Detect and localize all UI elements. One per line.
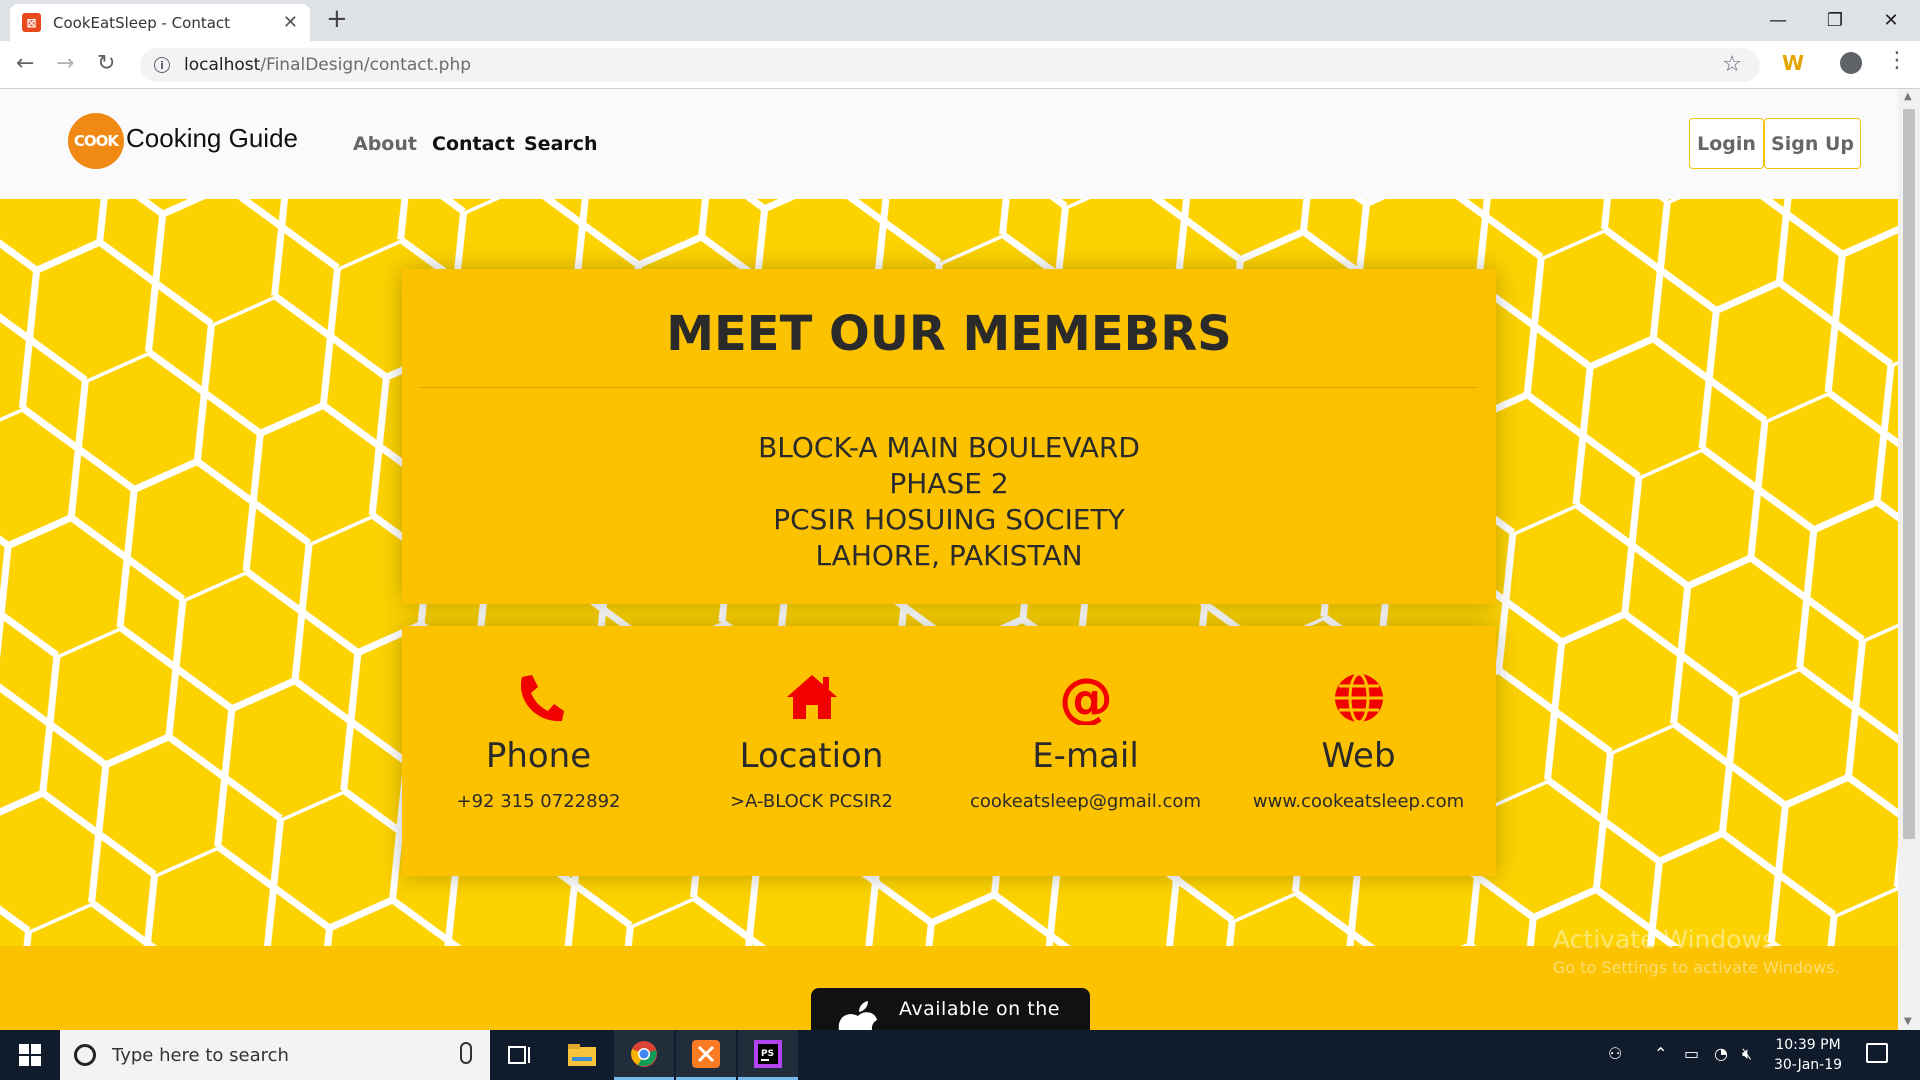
browser-tab[interactable]: ⊠ CookEatSleep - Contact ✕ [10, 4, 310, 41]
forward-arrow-icon[interactable]: → [56, 51, 74, 76]
start-button[interactable] [0, 1030, 60, 1080]
minimize-icon[interactable]: — [1749, 0, 1807, 40]
new-tab-icon[interactable]: + [326, 4, 348, 34]
app-store-text: Available on the [899, 998, 1060, 1020]
nav-about-link[interactable]: About [353, 133, 417, 155]
app-store-badge[interactable]: Available on the [811, 988, 1090, 1030]
contact-label: Web [1321, 736, 1396, 776]
browser-tabstrip: ⊠ CookEatSleep - Contact ✕ + — ❐ ✕ [0, 0, 1920, 41]
activate-windows-subtitle: Go to Settings to activate Windows. [1553, 958, 1840, 977]
contact-email: @ E-mail cookeatsleep@gmail.com [949, 626, 1222, 876]
contact-label: Location [739, 736, 884, 776]
at-icon: @ [1059, 671, 1113, 725]
contact-web: Web www.cookeatsleep.com [1222, 626, 1495, 876]
back-arrow-icon[interactable]: ← [16, 51, 34, 76]
contact-value[interactable]: >A-BLOCK PCSIR2 [675, 791, 948, 812]
contact-value[interactable]: www.cookeatsleep.com [1222, 791, 1495, 812]
address-bar: ← → ↻ i localhost /FinalDesign/contact.p… [0, 41, 1920, 89]
scroll-up-icon[interactable]: ▲ [1904, 91, 1912, 102]
task-view-icon[interactable] [490, 1030, 550, 1080]
members-title: MEET OUR MEMEBRS [666, 306, 1232, 362]
divider [420, 387, 1478, 388]
address-line: PCSIR HOSUING SOCIETY [773, 503, 1125, 536]
nav-search-link[interactable]: Search [524, 133, 598, 155]
clock-date: 30-Jan-19 [1773, 1057, 1843, 1073]
site-logo[interactable]: COOK [68, 113, 124, 169]
xampp-taskbar-icon[interactable] [676, 1030, 736, 1080]
close-tab-icon[interactable]: ✕ [283, 12, 298, 33]
notification-center-icon[interactable] [1866, 1043, 1888, 1063]
contact-phone: Phone +92 315 0722892 [402, 626, 675, 876]
address-block: BLOCK-A MAIN BOULEVARD PHASE 2 PCSIR HOS… [402, 430, 1496, 574]
members-card: MEET OUR MEMEBRS BLOCK-A MAIN BOULEVARD … [402, 269, 1496, 604]
phpstorm-taskbar-icon[interactable]: PS [738, 1030, 798, 1080]
extension-icon[interactable]: W [1782, 51, 1804, 75]
wifi-icon[interactable]: ◔ [1714, 1044, 1728, 1063]
globe-icon [1335, 672, 1383, 724]
battery-icon[interactable]: ▭ [1684, 1044, 1699, 1063]
phone-icon [520, 675, 564, 722]
close-window-icon[interactable]: ✕ [1862, 0, 1920, 40]
svg-text:PS: PS [761, 1049, 774, 1059]
login-button[interactable]: Login [1689, 118, 1764, 169]
page-scrollbar[interactable]: ▲ ▼ [1898, 89, 1920, 1030]
search-placeholder: Type here to search [112, 1044, 289, 1066]
tab-title: CookEatSleep - Contact [53, 13, 231, 32]
contact-hero: MEET OUR MEMEBRS BLOCK-A MAIN BOULEVARD … [0, 199, 1898, 946]
url-input[interactable]: i localhost /FinalDesign/contact.php ☆ [140, 48, 1760, 82]
nav-contact-link[interactable]: Contact [432, 133, 515, 155]
contact-value[interactable]: +92 315 0722892 [402, 791, 675, 812]
clock-time: 10:39 PM [1775, 1037, 1841, 1053]
restore-icon[interactable]: ❐ [1806, 0, 1864, 40]
system-clock[interactable]: 10:39 PM 30-Jan-19 [1768, 1035, 1848, 1075]
activate-windows-title: Activate Windows [1553, 925, 1775, 954]
site-navbar: COOK Cooking Guide About Contact Search … [0, 89, 1898, 199]
page-viewport: COOK Cooking Guide About Contact Search … [0, 89, 1898, 1030]
taskbar-search-input[interactable]: Type here to search [60, 1030, 490, 1080]
scroll-down-icon[interactable]: ▼ [1904, 1016, 1912, 1027]
apple-icon [838, 1001, 877, 1030]
url-path: /FinalDesign/contact.php [260, 55, 472, 75]
home-icon [787, 675, 837, 719]
address-line: LAHORE, PAKISTAN [815, 539, 1083, 572]
contact-value[interactable]: cookeatsleep@gmail.com [949, 791, 1222, 812]
contact-info-card: Phone +92 315 0722892 Location >A-BLOCK … [402, 626, 1496, 876]
info-icon[interactable]: i [154, 57, 170, 73]
microphone-icon[interactable] [460, 1042, 472, 1064]
contact-label: E-mail [1032, 736, 1139, 776]
people-icon[interactable]: ⚇ [1608, 1044, 1622, 1063]
more-menu-icon[interactable]: ⋮ [1886, 48, 1908, 73]
windows-taskbar: Type here to search PS ⚇ ⌃ ▭ ◔ 🔇︎ 10:39 … [0, 1030, 1920, 1080]
windows-logo-icon [19, 1044, 41, 1066]
volume-muted-icon[interactable]: 🔇︎ [1742, 1044, 1752, 1064]
address-line: PHASE 2 [889, 467, 1009, 500]
chrome-taskbar-icon[interactable] [614, 1030, 674, 1080]
svg-text:@: @ [1059, 671, 1113, 725]
bookmark-star-icon[interactable]: ☆ [1722, 52, 1742, 77]
contact-label: Phone [485, 736, 592, 776]
chevron-up-icon[interactable]: ⌃ [1654, 1044, 1667, 1063]
signup-button[interactable]: Sign Up [1764, 118, 1861, 169]
profile-avatar-icon[interactable] [1840, 52, 1862, 74]
scroll-thumb[interactable] [1903, 109, 1915, 839]
file-explorer-icon[interactable] [552, 1030, 612, 1080]
cortana-icon [74, 1044, 96, 1066]
xampp-favicon-icon: ⊠ [22, 13, 41, 32]
brand-name[interactable]: Cooking Guide [126, 123, 298, 154]
contact-location: Location >A-BLOCK PCSIR2 [675, 626, 948, 876]
reload-icon[interactable]: ↻ [97, 51, 115, 76]
address-line: BLOCK-A MAIN BOULEVARD [758, 431, 1140, 464]
url-host: localhost [184, 55, 261, 75]
